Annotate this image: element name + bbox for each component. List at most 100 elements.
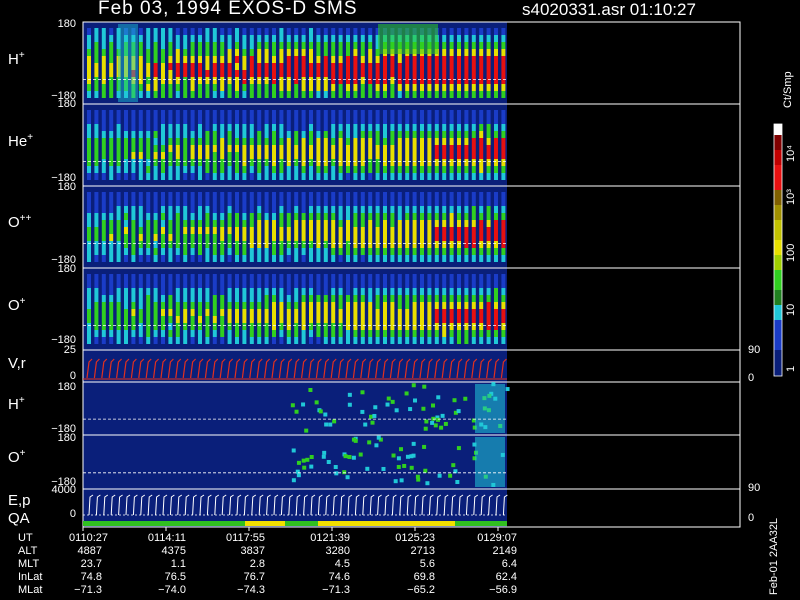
spectrogram-cell — [272, 316, 276, 323]
panel-label-qa: QA — [8, 510, 30, 527]
spectrogram-cell — [235, 91, 239, 98]
spectrogram-cell — [331, 63, 336, 70]
count-pixel — [321, 454, 326, 459]
spectrogram-cell — [316, 323, 321, 330]
spectrogram-cell — [494, 110, 498, 117]
spectrogram-cell — [264, 152, 269, 159]
count-pixel — [294, 409, 299, 414]
spectrogram-cell — [168, 138, 173, 145]
spectrogram-cell — [353, 213, 358, 220]
spectrogram-cell — [479, 302, 484, 309]
spectrogram-cell — [494, 91, 498, 98]
spectrogram-cell — [331, 255, 336, 262]
spectrogram-cell — [457, 152, 461, 159]
spectrogram-cell — [368, 295, 373, 302]
spectrogram-cell — [286, 295, 291, 302]
spectrogram-cell — [397, 124, 402, 131]
spectrogram-cell — [449, 145, 454, 152]
spectrogram-cell — [242, 234, 247, 241]
spectrogram-cell — [301, 63, 306, 70]
spectrogram-cell — [124, 302, 128, 309]
spectrogram-cell — [494, 309, 498, 316]
spectrogram-cell — [109, 192, 114, 199]
spectrogram-cell — [220, 255, 225, 262]
panel-label-o-plusplus: O++ — [8, 213, 32, 231]
spectrogram-cell — [471, 199, 476, 206]
table-cell: 62.4 — [495, 571, 517, 583]
spectrogram-cell — [153, 145, 158, 152]
spectrogram-cell — [412, 309, 417, 316]
spectrogram-cell — [294, 255, 299, 262]
spectrogram-cell — [116, 227, 121, 234]
spectrogram-cell — [153, 234, 158, 241]
spectrogram-cell — [353, 91, 358, 98]
spectrogram-cell — [316, 248, 321, 255]
spectrogram-cell — [161, 42, 165, 49]
spectrogram-cell — [168, 274, 173, 281]
spectrogram-cell — [353, 302, 358, 309]
spectrogram-cell — [190, 199, 195, 206]
spectrogram-cell — [427, 241, 432, 248]
spectrogram-cell — [434, 227, 439, 234]
spectrogram-cell — [257, 173, 262, 180]
count-pixel — [423, 468, 428, 473]
spectrogram-cell — [205, 152, 210, 159]
spectrogram-cell — [494, 63, 498, 70]
spectrogram-cell — [434, 138, 439, 145]
spectrogram-cell — [412, 295, 417, 302]
spectrogram-cell — [353, 192, 358, 199]
spectrogram-cell — [442, 316, 447, 323]
spectrogram-cell — [101, 248, 106, 255]
spectrogram-cell — [87, 42, 91, 49]
spectrogram-cell — [353, 138, 358, 145]
spectrogram-cell — [486, 77, 491, 84]
spectrogram-cell — [338, 42, 343, 49]
spectrogram-cell — [457, 70, 461, 77]
spectrogram-cell — [338, 56, 343, 63]
spectrogram-cell — [501, 166, 506, 173]
spectrogram-cell — [471, 117, 476, 124]
spectrogram-cell — [235, 281, 239, 288]
y-tick-top: 180 — [57, 432, 76, 444]
spectrogram-cell — [294, 166, 299, 173]
spectrogram-cell — [309, 227, 313, 234]
spectrogram-cell — [301, 330, 306, 337]
spectrogram-cell — [249, 77, 254, 84]
spectrogram-cell — [153, 206, 158, 213]
spectrogram-cell — [205, 124, 210, 131]
spectrogram-cell — [309, 35, 313, 42]
spectrogram-cell — [501, 227, 506, 234]
spectrogram-cell — [183, 173, 188, 180]
spectrogram-cell — [190, 49, 195, 56]
spectrogram-cell — [301, 288, 306, 295]
spectrogram-cell — [309, 110, 313, 117]
spectrogram-cell — [375, 173, 380, 180]
colorbar-segment — [774, 220, 782, 240]
spectrogram-cell — [138, 159, 143, 166]
count-pixel — [396, 464, 401, 469]
spectrogram-cell — [368, 192, 373, 199]
spectrogram-cell — [346, 330, 350, 337]
spectrogram-cell — [220, 281, 225, 288]
spectrogram-cell — [479, 166, 484, 173]
spectrogram-cell — [227, 213, 232, 220]
spectrogram-cell — [405, 91, 410, 98]
spectrogram-cell — [212, 145, 217, 152]
spectrogram-cell — [368, 255, 373, 262]
spectrogram-cell — [464, 28, 469, 35]
panel-nodata — [507, 382, 740, 435]
spectrogram-cell — [175, 295, 180, 302]
spectrogram-cell — [109, 77, 114, 84]
spectrogram-cell — [501, 281, 506, 288]
spectrogram-cell — [442, 152, 447, 159]
spectrogram-cell — [405, 241, 410, 248]
spectrogram-cell — [175, 206, 180, 213]
spectrogram-cell — [309, 173, 313, 180]
spectrogram-cell — [390, 302, 395, 309]
spectrogram-cell — [131, 192, 136, 199]
spectrogram-cell — [116, 145, 121, 152]
spectrogram-cell — [257, 124, 262, 131]
spectrogram-cell — [434, 302, 439, 309]
spectrogram-cell — [286, 159, 291, 166]
spectrogram-cell — [249, 309, 254, 316]
